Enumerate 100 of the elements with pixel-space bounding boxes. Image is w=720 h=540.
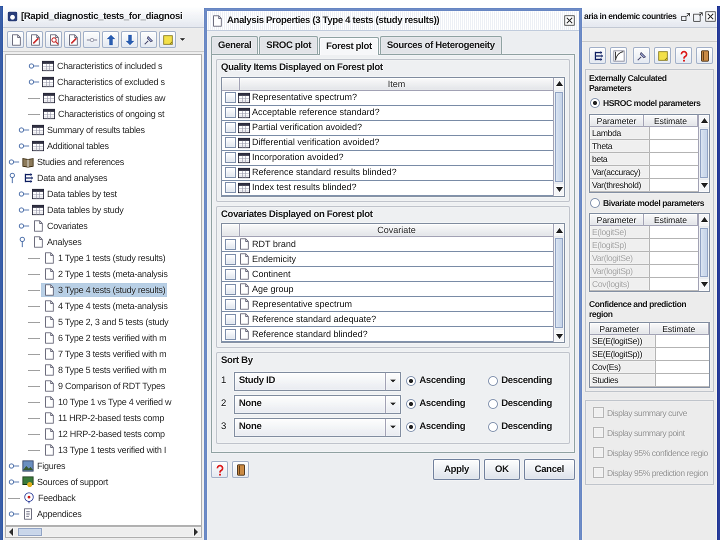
checkbox[interactable] [225, 92, 236, 104]
vertical-scrollbar[interactable] [698, 114, 709, 192]
help-button[interactable] [211, 461, 228, 478]
radio-button[interactable] [406, 422, 416, 432]
tree-item[interactable]: 13 Type 1 tests verified with I [41, 443, 168, 457]
down-arrow-icon[interactable] [556, 187, 562, 192]
tab[interactable]: Forest plot [319, 37, 379, 56]
up-arrow-icon[interactable] [556, 81, 562, 86]
tree-item[interactable]: Summary of results tables [30, 123, 147, 137]
tree-item[interactable]: Feedback [21, 491, 78, 505]
tab[interactable]: General [211, 36, 258, 54]
tree-item[interactable]: Characteristics of excluded s [40, 75, 167, 89]
checkbox[interactable] [225, 268, 236, 280]
up-arrow-icon[interactable] [700, 217, 708, 222]
tree-item[interactable]: 3 Type 4 tests (study results) [41, 283, 168, 297]
checkbox[interactable] [225, 298, 236, 310]
checkbox[interactable] [225, 182, 236, 194]
tree-item[interactable]: Data and analyses [20, 171, 110, 185]
dropdown[interactable]: None [234, 418, 402, 437]
checkbox[interactable] [225, 328, 236, 340]
down-arrow-icon[interactable] [556, 334, 562, 339]
toolbar-button[interactable] [26, 31, 43, 48]
radio-button[interactable] [406, 376, 416, 386]
dropdown[interactable]: Study ID [234, 372, 402, 391]
restore-icon[interactable] [680, 12, 691, 22]
right-arrow-icon[interactable] [193, 528, 199, 536]
vertical-scrollbar[interactable] [698, 214, 709, 291]
tree-item[interactable]: Appendices [20, 507, 84, 521]
maximize-icon[interactable] [692, 12, 703, 22]
radio-label: Bivariate model parameters [603, 198, 704, 208]
checkbox[interactable] [225, 238, 236, 250]
checkbox[interactable] [225, 167, 236, 178]
toolbar-button[interactable] [140, 31, 157, 48]
tree-item[interactable]: Characteristics of studies aw [41, 91, 168, 105]
dialog-button[interactable]: Cancel [524, 458, 575, 480]
horizontal-scrollbar[interactable] [5, 526, 202, 538]
checkbox[interactable] [225, 284, 236, 295]
toolbar-button[interactable] [696, 47, 713, 64]
tab[interactable]: Sources of Heterogeneity [380, 36, 502, 54]
dialog-button[interactable]: OK [484, 458, 520, 480]
close-icon[interactable] [704, 11, 716, 22]
tree-item[interactable]: 6 Type 2 tests verified with m [41, 331, 168, 345]
dialog-button[interactable]: Apply [433, 458, 480, 480]
tree-item[interactable]: Data tables by test [30, 187, 119, 201]
document-icon [238, 283, 250, 296]
tree-item[interactable]: 7 Type 3 tests verified with m [41, 347, 168, 361]
toolbar-button[interactable] [610, 47, 627, 64]
toolbar-button[interactable] [7, 31, 24, 48]
down-arrow-icon[interactable] [700, 282, 708, 288]
checkbox[interactable] [225, 107, 236, 118]
left-arrow-icon[interactable] [8, 528, 14, 536]
table-cell: Age group [252, 284, 294, 295]
checkbox[interactable] [225, 254, 236, 265]
book-button[interactable] [232, 461, 249, 478]
close-icon[interactable] [564, 15, 575, 26]
tree-item[interactable]: 12 HRP-2-based tests comp [41, 427, 167, 441]
radio-button[interactable] [590, 98, 600, 108]
tree-item[interactable]: Additional tables [30, 139, 111, 153]
tree-item[interactable]: Analyses [30, 235, 84, 249]
radio-button[interactable] [488, 376, 498, 386]
tree-item[interactable]: 1 Type 1 tests (study results) [41, 251, 168, 265]
checkbox[interactable] [225, 314, 236, 325]
tree-item[interactable]: 2 Type 1 tests (meta-analysis [41, 267, 170, 281]
tree-item[interactable]: 8 Type 5 tests verified with m [41, 363, 168, 377]
up-arrow-icon[interactable] [556, 228, 562, 233]
vertical-scrollbar[interactable] [553, 78, 564, 196]
tree-item[interactable]: 4 Type 4 tests (meta-analysis [41, 299, 170, 313]
toolbar-button[interactable] [45, 31, 62, 48]
radio-button[interactable] [406, 399, 416, 410]
toolbar-button[interactable] [633, 47, 650, 64]
tree-item[interactable]: Data tables by study [30, 203, 126, 217]
vertical-scrollbar[interactable] [553, 224, 564, 342]
radio-button[interactable] [488, 399, 498, 410]
tree-item[interactable]: Covariates [30, 219, 90, 233]
tree-item[interactable]: 5 Type 2, 3 and 5 tests (study [41, 315, 170, 329]
tree-item[interactable]: Figures [20, 459, 68, 473]
checkbox[interactable] [225, 137, 236, 148]
toolbar-button[interactable] [64, 31, 81, 48]
tree-item[interactable]: 11 HRP-2-based tests comp [41, 411, 166, 425]
tree-item[interactable]: Studies and references [20, 155, 126, 169]
toolbar-button[interactable] [589, 47, 606, 64]
dropdown[interactable]: None [234, 394, 402, 414]
document-icon [238, 253, 250, 266]
down-arrow-icon[interactable] [700, 183, 708, 188]
tree-item[interactable]: 9 Comparison of RDT Types [41, 379, 167, 393]
scrollbar-thumb[interactable] [18, 528, 42, 536]
tree-item[interactable]: Sources of support [20, 475, 110, 489]
checkbox[interactable] [225, 122, 236, 134]
up-arrow-icon [104, 34, 116, 46]
tree-item[interactable]: Characteristics of included s [40, 59, 164, 73]
toolbar-button[interactable] [102, 31, 119, 48]
radio-button[interactable] [488, 422, 498, 432]
tree-item[interactable]: Characteristics of ongoing st [41, 107, 166, 121]
radio-button[interactable] [590, 198, 600, 208]
up-arrow-icon[interactable] [700, 118, 708, 124]
tree-item[interactable]: 10 Type 1 vs Type 4 verified w [41, 395, 174, 409]
toolbar-button[interactable] [121, 31, 138, 48]
checkbox[interactable] [225, 152, 236, 164]
table-cell: Continent [252, 268, 291, 280]
tab[interactable]: SROC plot [259, 36, 318, 54]
